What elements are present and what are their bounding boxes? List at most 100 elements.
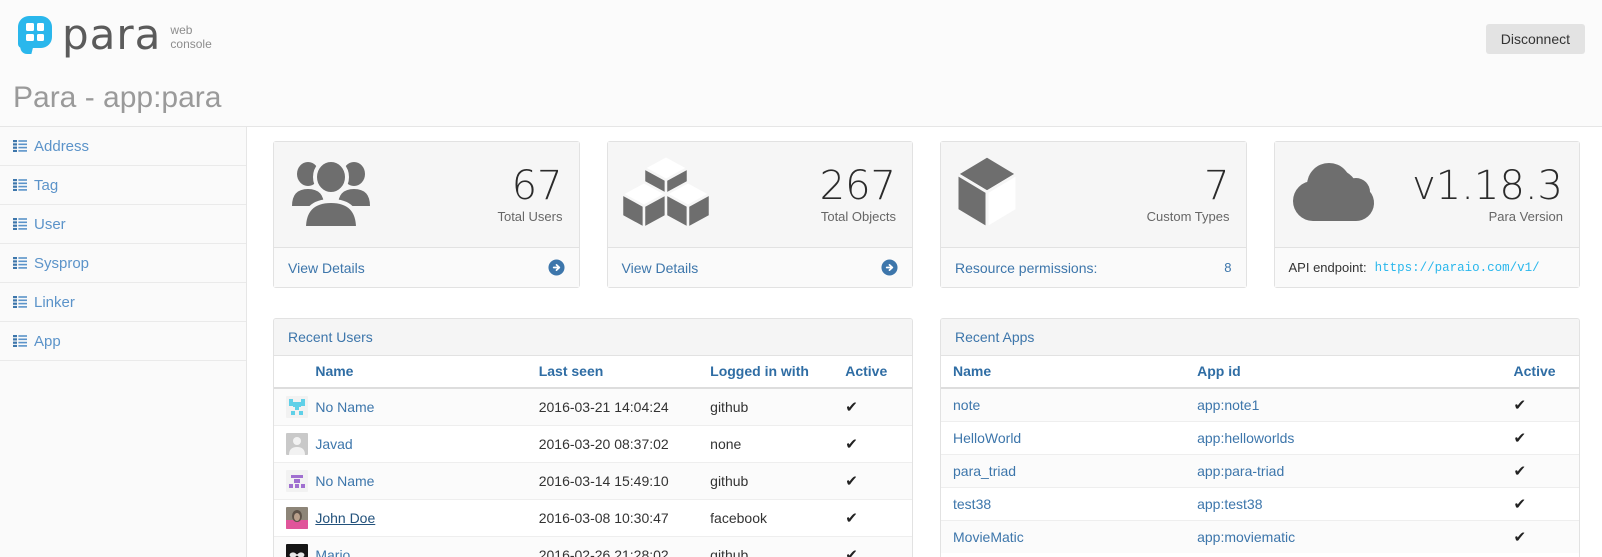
app-id-cell[interactable]: app:para-triad [1191, 455, 1507, 488]
recent-apps-panel: Recent Apps Name App id Active noteapp:n… [940, 318, 1580, 557]
view-details-arrow[interactable] [548, 259, 565, 276]
brand-logo[interactable]: para web console [16, 14, 212, 56]
user-name-cell[interactable]: No Name [309, 463, 532, 500]
app-name-cell[interactable]: para_triad [941, 455, 1191, 488]
app-id-cell[interactable]: app:note1 [1191, 388, 1507, 422]
table-row[interactable]: MovieMaticapp:moviematic✔ [941, 521, 1579, 554]
top-bar: para web console Disconnect [0, 0, 1602, 70]
recent-users-header: Name Last seen Logged in with Active [274, 356, 912, 388]
avatar-identicon-cyan [286, 396, 308, 418]
recent-users-table: Name Last seen Logged in with Active No … [274, 356, 912, 557]
app-id-link[interactable]: app:note1 [1197, 397, 1259, 413]
resource-permissions-row[interactable]: Resource permissions:8 [941, 247, 1246, 287]
user-name-cell[interactable]: No Name [309, 388, 532, 426]
panel-row: Recent Users Name Last seen Logged in wi… [273, 318, 1580, 557]
table-row[interactable]: HelloWorld app:helloworlds ✔ [941, 422, 1579, 455]
app-name-link[interactable]: test38 [953, 496, 991, 512]
app-id-link[interactable]: app:moviematic [1197, 529, 1295, 545]
col-header-name[interactable]: Name [941, 356, 1191, 388]
table-row[interactable]: No Name2016-03-14 15:49:10github✔ [274, 463, 912, 500]
app-id-link[interactable]: app:para-triad [1197, 463, 1284, 479]
list-icon [13, 296, 27, 308]
user-name-link[interactable]: No Name [315, 473, 374, 489]
sidebar-item-user[interactable]: User [0, 205, 246, 244]
stat-figures: 7Custom Types [1147, 165, 1230, 224]
user-name-cell[interactable]: John Doe [309, 500, 532, 537]
user-name-link[interactable]: Mario [315, 547, 350, 557]
table-header-row: Name Last seen Logged in with Active [274, 356, 912, 388]
sidebar-item-address[interactable]: Address [0, 127, 246, 166]
table-row[interactable]: Mario2016-02-26 21:28:02github✔ [274, 537, 912, 557]
sidebar-item-tag[interactable]: Tag [0, 166, 246, 205]
col-header-last-seen[interactable]: Last seen [533, 356, 704, 388]
app-name-cell[interactable]: HelloWorld [941, 422, 1191, 455]
avatar-default-person [286, 433, 308, 455]
user-logged-in-with: github [704, 388, 839, 426]
stat-label: Custom Types [1147, 209, 1230, 224]
view-details-link[interactable]: View Details [608, 247, 913, 287]
arrow-circle-right-icon[interactable] [548, 259, 565, 276]
sidebar-item-label: User [34, 216, 66, 233]
col-header-active[interactable]: Active [839, 356, 912, 388]
brand-subtitle-line1: web [170, 23, 211, 37]
app-name-cell[interactable]: note [941, 388, 1191, 422]
stat-label: Total Objects [820, 209, 896, 224]
app-name-link[interactable]: para_triad [953, 463, 1016, 479]
cloud-icon [1289, 159, 1377, 230]
view-details-label: View Details [622, 260, 699, 276]
user-active-check: ✔ [839, 500, 912, 537]
app-id-link[interactable]: app:test38 [1197, 496, 1262, 512]
sidebar-item-sysprop[interactable]: Sysprop [0, 244, 246, 283]
list-icon [13, 140, 27, 152]
user-active-check: ✔ [839, 463, 912, 500]
app-name-link[interactable]: note [953, 397, 980, 413]
api-endpoint-label: API endpoint: [1289, 260, 1367, 275]
stat-card-para-version: v1.18.3Para VersionAPI endpoint:https://… [1274, 141, 1581, 288]
sidebar-item-label: Sysprop [34, 255, 89, 272]
sidebar-item-linker[interactable]: Linker [0, 283, 246, 322]
view-details-link[interactable]: View Details [274, 247, 579, 287]
sidebar: AddressTag User Sysprop LinkerApp [0, 127, 247, 557]
cube-icon [955, 154, 1019, 230]
stat-value: 267 [820, 165, 896, 207]
col-header-name[interactable]: Name [309, 356, 532, 388]
arrow-circle-right-icon[interactable] [881, 259, 898, 276]
app-id-link[interactable]: app:helloworlds [1197, 430, 1294, 446]
app-active-check: ✔ [1508, 422, 1579, 455]
col-header-app-id[interactable]: App id [1191, 356, 1507, 388]
stat-label: Total Users [497, 209, 562, 224]
view-details-arrow[interactable] [881, 259, 898, 276]
recent-users-panel: Recent Users Name Last seen Logged in wi… [273, 318, 913, 557]
disconnect-button[interactable]: Disconnect [1486, 24, 1585, 54]
app-id-cell[interactable]: app:helloworlds [1191, 422, 1507, 455]
table-row[interactable]: No Name2016-03-21 14:04:24github✔ [274, 388, 912, 426]
recent-apps-header: Name App id Active [941, 356, 1579, 388]
table-row[interactable]: para_triadapp:para-triad✔ [941, 455, 1579, 488]
avatar-photo-person [286, 507, 308, 529]
list-icon [13, 179, 27, 191]
app-name-link[interactable]: MovieMatic [953, 529, 1024, 545]
user-name-cell[interactable]: Mario [309, 537, 532, 557]
table-row[interactable]: test38app:test38✔ [941, 488, 1579, 521]
list-icon [13, 218, 27, 230]
user-name-link[interactable]: Javad [315, 436, 352, 452]
app-id-cell[interactable]: app:moviematic [1191, 521, 1507, 554]
app-name-link[interactable]: HelloWorld [953, 430, 1021, 446]
user-logged-in-with: none [704, 426, 839, 463]
sidebar-item-app[interactable]: App [0, 322, 246, 361]
user-name-link[interactable]: John Doe [315, 510, 375, 526]
app-id-cell[interactable]: app:test38 [1191, 488, 1507, 521]
stat-figures: 67Total Users [497, 165, 562, 224]
col-header-logged-in-with[interactable]: Logged in with [704, 356, 839, 388]
user-name-link[interactable]: No Name [315, 399, 374, 415]
recent-apps-body: note app:note1 ✔HelloWorld app:helloworlds ✔… [941, 388, 1579, 553]
table-row[interactable]: John Doe2016-03-08 10:30:47facebook✔ [274, 500, 912, 537]
api-endpoint-url[interactable]: https://paraio.com/v1/ [1375, 261, 1540, 275]
app-name-cell[interactable]: MovieMatic [941, 521, 1191, 554]
user-name-cell[interactable]: Javad [309, 426, 532, 463]
app-name-cell[interactable]: test38 [941, 488, 1191, 521]
table-row[interactable]: Javad2016-03-20 08:37:02none✔ [274, 426, 912, 463]
col-header-active[interactable]: Active [1508, 356, 1579, 388]
table-row[interactable]: noteapp:note1✔ [941, 388, 1579, 422]
api-endpoint-row: API endpoint: https://paraio.com/v1/ [1275, 247, 1580, 287]
